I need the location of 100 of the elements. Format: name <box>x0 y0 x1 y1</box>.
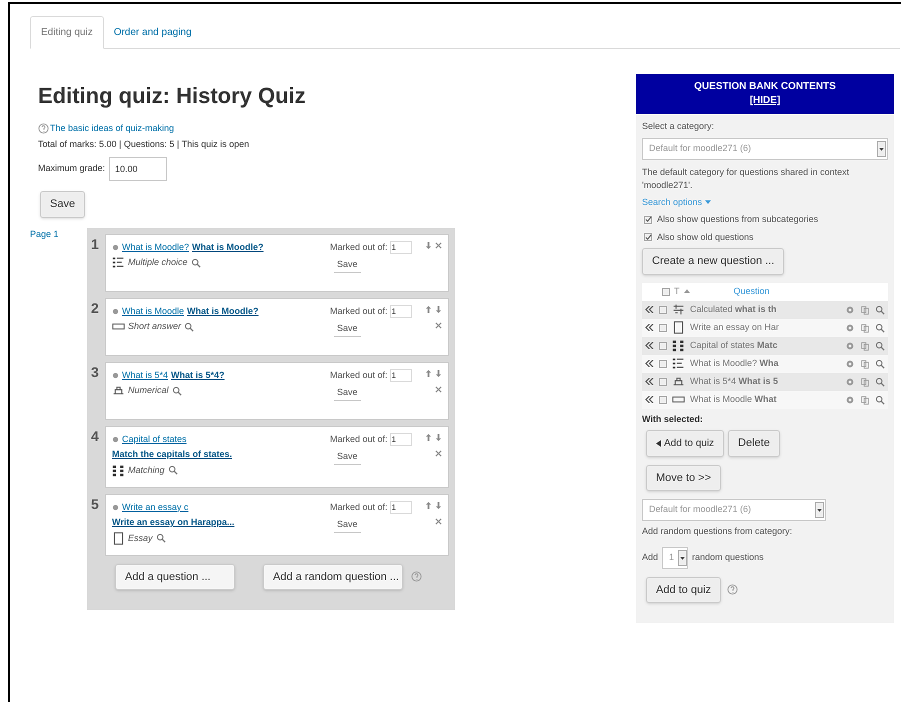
save-button[interactable]: Save <box>334 450 361 464</box>
question-text-link[interactable]: What is 5*4? <box>171 368 225 382</box>
mark-field[interactable]: 1 <box>390 500 412 514</box>
preview-icon[interactable] <box>875 304 885 314</box>
checkbox[interactable] <box>659 378 667 386</box>
button[interactable]: Add to quiz <box>646 576 722 603</box>
preview-icon[interactable] <box>156 533 166 544</box>
copy-icon[interactable] <box>860 322 870 332</box>
delete-icon[interactable] <box>435 242 442 248</box>
table-row[interactable]: Write an essay on Har <box>642 318 888 336</box>
checkbox[interactable] <box>659 342 667 350</box>
button[interactable]: Add a random question ... <box>263 564 403 590</box>
preview-icon[interactable] <box>875 322 885 332</box>
tab[interactable]: Editing quiz <box>30 16 104 49</box>
move-up-icon[interactable] <box>425 368 432 378</box>
preview-icon[interactable] <box>190 258 201 268</box>
help-icon[interactable] <box>38 123 49 134</box>
move-down-icon[interactable] <box>435 500 442 510</box>
dropdown-icon[interactable] <box>877 140 886 156</box>
delete-icon[interactable] <box>435 322 442 328</box>
move-down-icon[interactable] <box>435 368 442 378</box>
preview-icon[interactable] <box>875 340 885 350</box>
preview-icon[interactable] <box>168 465 178 476</box>
checkbox[interactable] <box>659 306 667 314</box>
copy-icon[interactable] <box>860 340 870 350</box>
table-row[interactable]: What is 5*4 What is 5 <box>642 372 888 390</box>
button[interactable]: Add a question ... <box>115 564 235 590</box>
button[interactable]: Delete <box>728 430 780 456</box>
move-up-icon[interactable] <box>425 500 432 510</box>
table-row[interactable]: What is Moodle What <box>642 390 888 408</box>
save-button[interactable]: Save <box>334 386 361 400</box>
question-text-link[interactable]: What is Moodle? <box>192 240 264 254</box>
checkbox[interactable] <box>662 288 670 296</box>
preview-icon[interactable] <box>184 322 194 332</box>
add-to-quiz-button[interactable] <box>645 360 654 367</box>
field-label: Marked out of: <box>330 500 388 514</box>
question-name-link[interactable]: What is Moodle? <box>122 240 190 254</box>
copy-icon[interactable] <box>860 376 870 386</box>
question-text-link[interactable]: Match the capitals of states. <box>112 448 330 462</box>
delete-icon[interactable] <box>435 518 442 524</box>
help-icon[interactable] <box>411 571 422 582</box>
save-button[interactable]: Save <box>334 518 361 532</box>
page-label: Page 1 <box>30 228 60 241</box>
button[interactable]: Move to >> <box>646 464 722 491</box>
help-link[interactable]: The basic ideas of quiz-making <box>50 122 174 136</box>
preview-icon[interactable] <box>875 358 885 368</box>
mark-field[interactable]: 1 <box>390 304 412 318</box>
double-arrow-icon <box>645 378 654 385</box>
checkbox[interactable] <box>644 216 652 224</box>
copy-icon[interactable] <box>860 358 870 368</box>
question-text-link[interactable]: Write an essay on Harappa... <box>112 516 330 530</box>
delete-icon[interactable] <box>435 450 442 456</box>
question-name-link[interactable]: What is Moodle <box>122 304 184 318</box>
question-type: Multiple choice <box>128 256 188 269</box>
button[interactable]: Create a new question ... <box>642 248 784 274</box>
move-down-icon[interactable] <box>435 304 442 314</box>
checkbox[interactable] <box>659 396 667 404</box>
move-up-icon[interactable] <box>425 304 432 314</box>
preview-icon[interactable] <box>875 376 885 386</box>
help-icon[interactable] <box>727 584 738 596</box>
checkbox[interactable] <box>659 324 667 332</box>
table-row[interactable]: Capital of states Matc <box>642 336 888 354</box>
add-to-quiz-button[interactable] <box>645 342 654 349</box>
add-to-quiz-button[interactable] <box>645 324 654 331</box>
add-to-quiz-button[interactable] <box>645 306 654 313</box>
mark-field[interactable]: 1 <box>390 240 412 254</box>
question-name-link[interactable]: Write an essay c <box>122 500 188 514</box>
add-to-quiz-button[interactable] <box>645 378 654 385</box>
table-row[interactable]: Calculated what is th <box>642 300 888 318</box>
table-row[interactable]: What is Moodle? Wha <box>642 354 888 372</box>
add-to-quiz-button[interactable] <box>645 396 654 403</box>
checkbox[interactable] <box>659 360 667 368</box>
dropdown-icon[interactable] <box>678 550 688 566</box>
preview-icon[interactable] <box>875 394 885 404</box>
grade-field[interactable]: 10.00 <box>109 157 168 181</box>
save-button[interactable]: Save <box>334 322 361 336</box>
mark-field[interactable]: 1 <box>390 368 412 382</box>
dropdown-icon[interactable] <box>815 502 824 518</box>
checkbox[interactable] <box>644 233 652 242</box>
question-name-link[interactable]: Capital of states <box>122 432 187 446</box>
move-down-icon[interactable] <box>425 240 432 250</box>
matching-icon <box>672 339 685 352</box>
hide-link[interactable]: [HIDE] <box>750 94 780 108</box>
question-name-link[interactable]: What is 5*4 <box>122 368 168 382</box>
question-text-link[interactable]: What is Moodle? <box>187 304 259 318</box>
add-to-quiz-button[interactable]: Add to quiz <box>646 430 724 456</box>
button[interactable]: Save <box>40 191 86 218</box>
copy-icon[interactable] <box>860 394 870 404</box>
mark-field[interactable]: 1 <box>390 432 412 446</box>
tab[interactable]: Order and paging <box>104 16 202 48</box>
save-button[interactable]: Save <box>334 258 361 272</box>
select-value: Default for moodle271 (6) <box>649 503 752 516</box>
sort-icon[interactable] <box>684 289 690 294</box>
move-up-icon[interactable] <box>425 432 432 442</box>
column-header: T <box>674 284 680 298</box>
preview-icon[interactable] <box>172 386 182 396</box>
caret-icon[interactable] <box>705 200 712 205</box>
copy-icon[interactable] <box>860 304 870 314</box>
delete-icon[interactable] <box>435 386 442 392</box>
move-down-icon[interactable] <box>435 432 442 442</box>
